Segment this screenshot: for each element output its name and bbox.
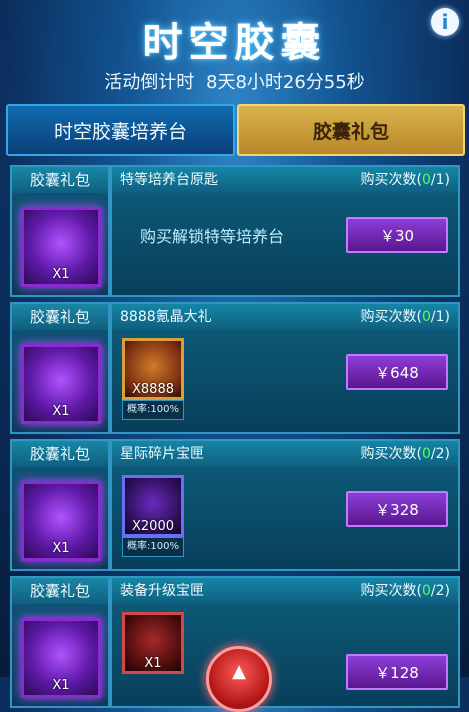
reward-quantity: X1 [144,656,162,671]
capsule-quantity: X1 [52,678,70,693]
gift-detail-header: 装备升级宝匣 购买次数(0/2) [112,578,458,604]
countdown-label: 活动倒计时 [104,72,195,93]
buy-count: 购买次数(0/1) [360,309,450,325]
reward-probability: 概率:100% [122,537,184,557]
scroll-up-button[interactable]: ▲ [206,646,272,712]
gift-detail-card: 装备升级宝匣 购买次数(0/2) X1 ￥128 [110,576,460,708]
buy-count: 购买次数(0/2) [360,583,450,599]
gift-title: 特等培养台原匙 [120,172,218,188]
purchase-button[interactable]: ￥328 [346,491,448,527]
purchase-button[interactable]: ￥648 [346,354,448,390]
capsule-card: 胶囊礼包 X1 [10,165,110,297]
page-title: 时空胶囊 [142,20,327,66]
capsule-image[interactable]: X1 [21,618,101,698]
capsule-card-title: 胶囊礼包 [12,304,108,330]
tab-capsule-cultivation[interactable]: 时空胶囊培养台 [6,104,235,156]
reward-icon[interactable]: X1 [122,612,184,674]
gift-detail-card: 8888氪晶大礼 购买次数(0/1) X8888 概率:100% ￥648 [110,302,460,434]
tab-label: 时空胶囊培养台 [53,120,187,143]
capsule-card-title: 胶囊礼包 [12,441,108,467]
tab-capsule-gift[interactable]: 胶囊礼包 [237,104,465,156]
capsule-card: 胶囊礼包 X1 [10,439,110,571]
reward-quantity: X2000 [132,519,174,534]
tab-bar: 时空胶囊培养台 胶囊礼包 [6,104,465,156]
buy-count: 购买次数(0/2) [360,446,450,462]
reward-icon[interactable]: X2000 [122,475,184,537]
reward-icon[interactable]: X8888 [122,338,184,400]
gift-detail-card: 星际碎片宝匣 购买次数(0/2) X2000 概率:100% ￥328 [110,439,460,571]
gift-detail-header: 特等培养台原匙 购买次数(0/1) [112,167,458,193]
gift-title: 星际碎片宝匣 [120,446,204,462]
capsule-card: 胶囊礼包 X1 [10,576,110,708]
countdown: 活动倒计时 8天8小时26分55秒 [0,68,469,94]
gift-description: 购买解锁特等培养台 [140,227,285,246]
gift-row: 胶囊礼包 X1 特等培养台原匙 购买次数(0/1) 购买解锁特等培养台 ￥30 [10,165,460,297]
capsule-card-title: 胶囊礼包 [12,167,108,193]
gift-list: 胶囊礼包 X1 特等培养台原匙 购买次数(0/1) 购买解锁特等培养台 ￥30 … [10,165,460,708]
gift-detail-card: 特等培养台原匙 购买次数(0/1) 购买解锁特等培养台 ￥30 [110,165,460,297]
gift-detail-header: 8888氪晶大礼 购买次数(0/1) [112,304,458,330]
capsule-image[interactable]: X1 [21,344,101,424]
chevron-up-icon: ▲ [232,660,246,682]
purchase-button[interactable]: ￥128 [346,654,448,690]
buy-count: 购买次数(0/1) [360,172,450,188]
tab-label: 胶囊礼包 [312,120,389,143]
capsule-image[interactable]: X1 [21,481,101,561]
gift-row: 胶囊礼包 X1 星际碎片宝匣 购买次数(0/2) X2000 概率:100% ￥… [10,439,460,571]
info-icon: i [441,10,449,34]
capsule-card-title: 胶囊礼包 [12,578,108,604]
info-button[interactable]: i [431,8,459,36]
reward-quantity: X8888 [132,382,174,397]
capsule-quantity: X1 [52,541,70,556]
gift-title: 8888氪晶大礼 [120,309,212,325]
gift-row: 胶囊礼包 X1 8888氪晶大礼 购买次数(0/1) X8888 概率:100%… [10,302,460,434]
capsule-quantity: X1 [52,404,70,419]
capsule-card: 胶囊礼包 X1 [10,302,110,434]
purchase-button[interactable]: ￥30 [346,217,448,253]
gift-title: 装备升级宝匣 [120,583,204,599]
gift-detail-header: 星际碎片宝匣 购买次数(0/2) [112,441,458,467]
reward-probability: 概率:100% [122,400,184,420]
capsule-quantity: X1 [52,267,70,282]
capsule-image[interactable]: X1 [21,207,101,287]
countdown-value: 8天8小时26分55秒 [206,72,365,93]
